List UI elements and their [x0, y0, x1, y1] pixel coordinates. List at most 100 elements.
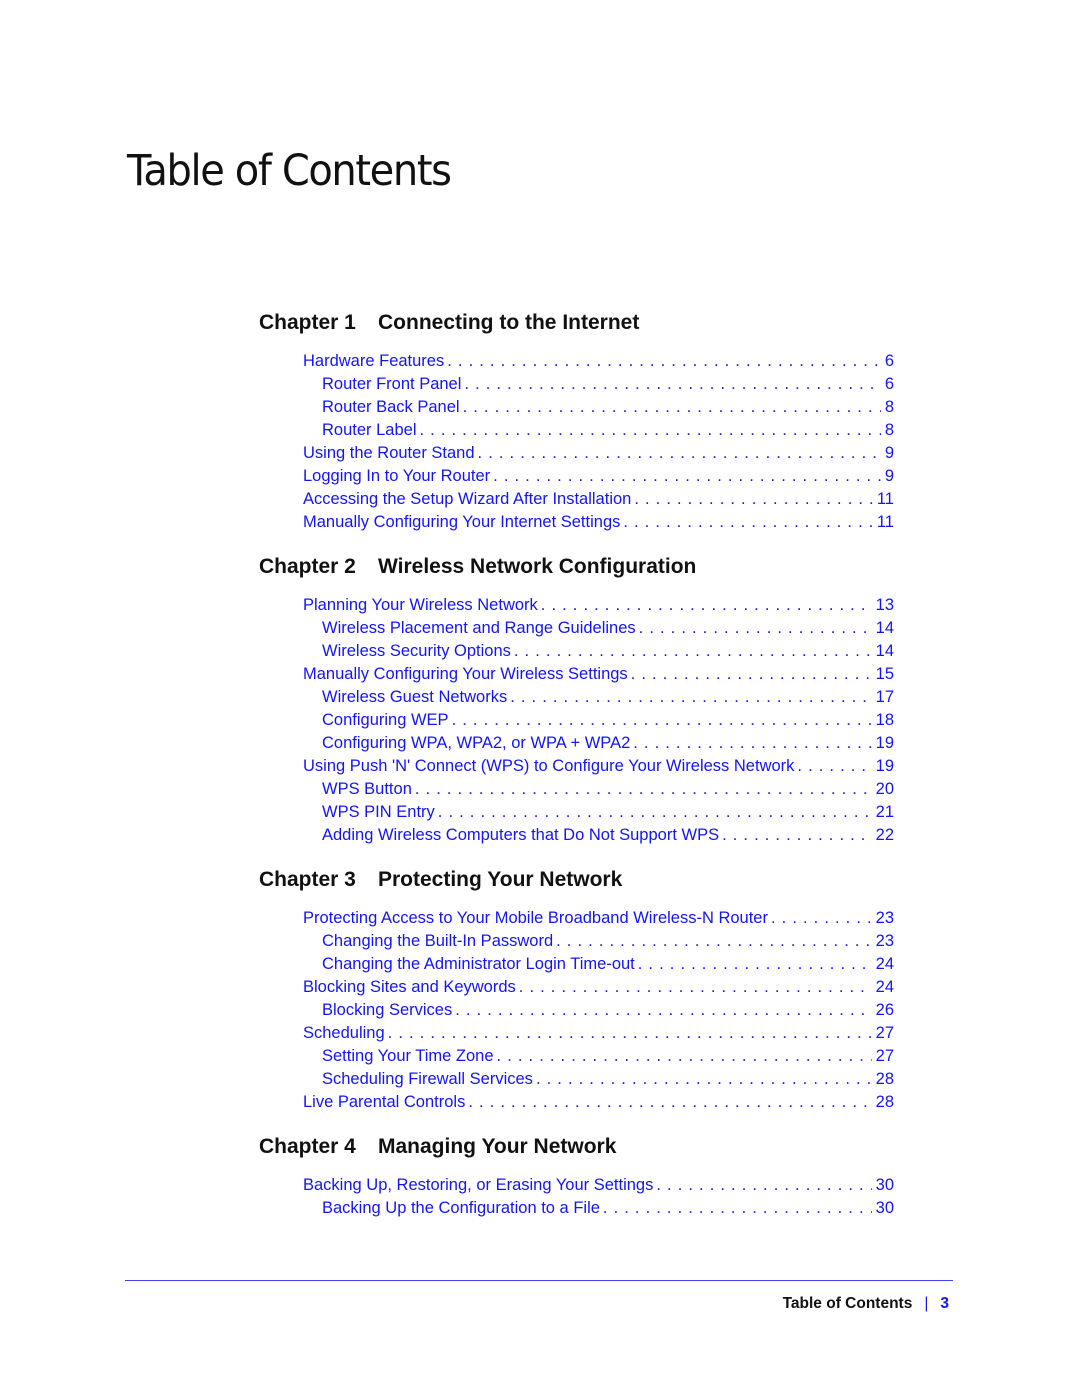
page-title: Table of Contents — [127, 146, 452, 196]
toc-entry-link[interactable]: Wireless Guest Networks 17 — [303, 686, 894, 709]
toc-entry-page-number: 23 — [875, 909, 894, 927]
toc-entry-link[interactable]: Changing the Administrator Login Time-ou… — [303, 953, 894, 976]
chapter-section: Chapter 1 Connecting to the Internet Hardw… — [259, 309, 894, 534]
chapter-heading[interactable]: Chapter 1 Connecting to the Internet — [259, 309, 894, 337]
toc-entry-page-number: 11 — [876, 513, 894, 531]
toc-entry-page-number: 22 — [875, 826, 894, 844]
toc-entry-page-number: 6 — [884, 352, 894, 370]
toc-entry-list: Hardware Features6Router Front Panel6Rou… — [303, 350, 894, 534]
toc-entry-link[interactable]: Configuring WPA, WPA2, or WPA + WPA2 19 — [303, 732, 894, 755]
toc-entry-page-number: 19 — [875, 734, 894, 752]
toc-entry-label: Using the Router Stand — [303, 444, 475, 462]
dot-leader — [541, 594, 872, 617]
dot-leader — [634, 488, 873, 511]
toc-entry-page-number: 27 — [875, 1024, 894, 1042]
toc-entry-link[interactable]: Router Back Panel 8 — [303, 396, 894, 419]
toc-entry-link[interactable]: WPS Button 20 — [303, 778, 894, 801]
toc-entry-link[interactable]: Wireless Placement and Range Guidelines 1… — [303, 617, 894, 640]
dot-leader — [623, 511, 872, 534]
page-footer: Table of Contents | 3 — [783, 1294, 949, 1314]
toc-entry-page-number: 6 — [884, 375, 894, 393]
dot-leader — [656, 1174, 871, 1197]
dot-leader — [722, 824, 872, 847]
toc-entry-page-number: 14 — [875, 642, 894, 660]
chapter-heading[interactable]: Chapter 2 Wireless Network Configuration — [259, 553, 894, 581]
chapter-heading[interactable]: Chapter 4 Managing Your Network — [259, 1133, 894, 1161]
toc-entry-label: Blocking Sites and Keywords — [303, 978, 516, 996]
dot-leader — [463, 396, 881, 419]
toc-entry-label: Setting Your Time Zone — [322, 1047, 494, 1065]
toc-entry-label: Changing the Administrator Login Time-ou… — [322, 955, 635, 973]
toc-entry-link[interactable]: Adding Wireless Computers that Do Not Su… — [303, 824, 894, 847]
toc-entry-label: Configuring WEP — [322, 711, 449, 729]
toc-entry-link[interactable]: Scheduling Firewall Services 28 — [303, 1068, 894, 1091]
toc-entry-link[interactable]: Hardware Features 6 — [303, 350, 894, 373]
dot-leader — [556, 930, 872, 953]
toc-entry-label: Planning Your Wireless Network — [303, 596, 538, 614]
toc-entry-label: Router Label — [322, 421, 417, 439]
toc-entry-page-number: 8 — [884, 398, 894, 416]
footer-separator: | — [924, 1295, 929, 1312]
toc-entry-page-number: 30 — [875, 1199, 894, 1217]
toc-entry-link[interactable]: Scheduling 27 — [303, 1022, 894, 1045]
toc-entry-link[interactable]: Backing Up, Restoring, or Erasing Your S… — [303, 1174, 894, 1197]
footer-divider — [125, 1280, 953, 1281]
toc-entry-page-number: 19 — [875, 757, 894, 775]
table-of-contents: Chapter 1 Connecting to the Internet Hardw… — [259, 309, 894, 1239]
toc-entry-link[interactable]: Using Push 'N' Connect (WPS) to Configur… — [303, 755, 894, 778]
toc-entry-page-number: 23 — [875, 932, 894, 950]
toc-entry-link[interactable]: Live Parental Controls 28 — [303, 1091, 894, 1114]
chapter-number: Chapter 1 — [259, 311, 356, 334]
toc-entry-page-number: 21 — [875, 803, 894, 821]
toc-entry-link[interactable]: WPS PIN Entry 21 — [303, 801, 894, 824]
chapter-number: Chapter 3 — [259, 868, 356, 891]
dot-leader — [388, 1022, 872, 1045]
toc-entry-label: Using Push 'N' Connect (WPS) to Configur… — [303, 757, 795, 775]
toc-entry-link[interactable]: Router Label 8 — [303, 419, 894, 442]
toc-entry-link[interactable]: Blocking Services 26 — [303, 999, 894, 1022]
dot-leader — [493, 465, 881, 488]
dot-leader — [519, 976, 872, 999]
chapter-section: Chapter 3 Protecting Your Network Protecti… — [259, 866, 894, 1114]
toc-entry-link[interactable]: Setting Your Time Zone 27 — [303, 1045, 894, 1068]
toc-entry-link[interactable]: Wireless Security Options 14 — [303, 640, 894, 663]
chapter-heading[interactable]: Chapter 3 Protecting Your Network — [259, 866, 894, 894]
toc-entry-label: Wireless Security Options — [322, 642, 511, 660]
toc-entry-label: Manually Configuring Your Wireless Setti… — [303, 665, 628, 683]
toc-entry-page-number: 18 — [875, 711, 894, 729]
toc-entry-label: WPS PIN Entry — [322, 803, 435, 821]
toc-entry-label: Backing Up, Restoring, or Erasing Your S… — [303, 1176, 654, 1194]
toc-entry-list: Backing Up, Restoring, or Erasing Your S… — [303, 1174, 894, 1220]
toc-entry-link[interactable]: Protecting Access to Your Mobile Broadba… — [303, 907, 894, 930]
toc-entry-link[interactable]: Planning Your Wireless Network 13 — [303, 594, 894, 617]
dot-leader — [468, 1091, 871, 1114]
toc-entry-label: Router Front Panel — [322, 375, 462, 393]
footer-section-title: Table of Contents — [782, 1295, 913, 1312]
toc-entry-link[interactable]: Logging In to Your Router 9 — [303, 465, 894, 488]
dot-leader — [771, 907, 872, 930]
toc-entry-page-number: 24 — [875, 955, 894, 973]
toc-entry-list: Protecting Access to Your Mobile Broadba… — [303, 907, 894, 1114]
toc-entry-link[interactable]: Blocking Sites and Keywords 24 — [303, 976, 894, 999]
toc-entry-link[interactable]: Accessing the Setup Wizard After Install… — [303, 488, 894, 511]
toc-entry-label: Configuring WPA, WPA2, or WPA + WPA2 — [322, 734, 631, 752]
dot-leader — [455, 999, 871, 1022]
toc-entry-link[interactable]: Manually Configuring Your Wireless Setti… — [303, 663, 894, 686]
toc-entry-link[interactable]: Backing Up the Configuration to a File 30 — [303, 1197, 894, 1220]
toc-entry-label: Manually Configuring Your Internet Setti… — [303, 513, 621, 531]
toc-entry-page-number: 17 — [875, 688, 894, 706]
toc-entry-label: Scheduling — [303, 1024, 385, 1042]
toc-entry-link[interactable]: Manually Configuring Your Internet Setti… — [303, 511, 894, 534]
dot-leader — [603, 1197, 872, 1220]
chapter-title: Managing Your Network — [378, 1135, 617, 1158]
toc-entry-link[interactable]: Changing the Built-In Password 23 — [303, 930, 894, 953]
chapter-number: Chapter 2 — [259, 555, 356, 578]
dot-leader — [514, 640, 872, 663]
toc-entry-link[interactable]: Configuring WEP 18 — [303, 709, 894, 732]
chapter-number: Chapter 4 — [259, 1135, 356, 1158]
toc-entry-link[interactable]: Using the Router Stand 9 — [303, 442, 894, 465]
toc-entry-page-number: 13 — [875, 596, 894, 614]
footer-page-number: 3 — [940, 1295, 949, 1312]
toc-entry-page-number: 26 — [875, 1001, 894, 1019]
toc-entry-link[interactable]: Router Front Panel 6 — [303, 373, 894, 396]
